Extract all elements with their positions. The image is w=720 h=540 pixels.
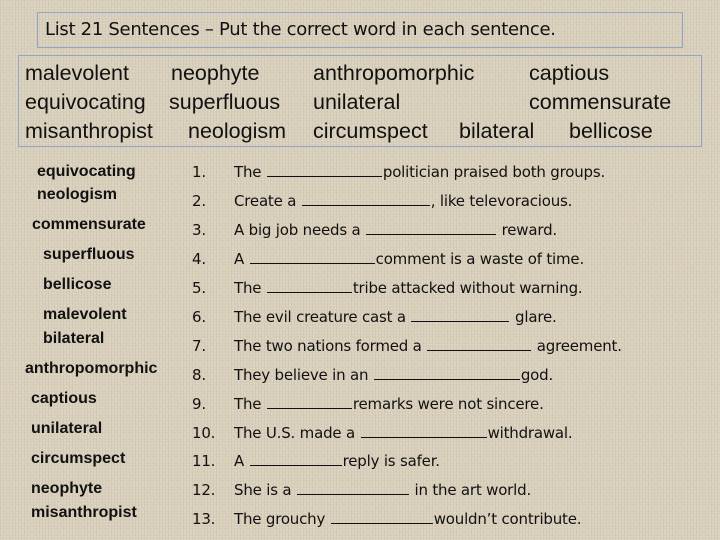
- sentence-text: The grouchy: [234, 510, 330, 528]
- sentence-number: 1.: [192, 163, 206, 181]
- answer-word: circumspect: [31, 450, 126, 467]
- answer-blank[interactable]: [330, 509, 433, 524]
- answer-blank[interactable]: [249, 249, 375, 264]
- sentence-text: The: [234, 395, 266, 413]
- bank-word: misanthropist: [25, 119, 153, 143]
- answer-blank[interactable]: [296, 480, 409, 495]
- answer-word: captious: [31, 390, 97, 407]
- sentence-number: 5.: [192, 279, 206, 297]
- sentence: A reply is safer.: [234, 451, 440, 471]
- page-title: List 21 Sentences – Put the correct word…: [45, 19, 556, 40]
- sentence-number: 13.: [192, 510, 216, 528]
- sentence-text: withdrawal.: [487, 424, 573, 442]
- title-box: List 21 Sentences – Put the correct word…: [37, 12, 683, 48]
- bank-word: commensurate: [529, 90, 672, 114]
- bank-word: unilateral: [313, 90, 401, 114]
- bank-word: superfluous: [169, 90, 281, 114]
- answer-word: unilateral: [31, 420, 103, 437]
- answer-blank[interactable]: [366, 220, 497, 235]
- sentence: They believe in an god.: [234, 365, 553, 385]
- sentence: She is a in the art world.: [234, 480, 531, 500]
- answer-blank[interactable]: [249, 451, 342, 466]
- answer-word: neophyte: [31, 480, 103, 497]
- bank-word: neophyte: [171, 61, 260, 85]
- answer-word: commensurate: [32, 216, 146, 233]
- sentence-number: 10.: [192, 424, 216, 442]
- sentence-text: The evil creature cast a: [234, 308, 411, 326]
- sentence-text: She is a: [234, 481, 296, 499]
- answer-blank[interactable]: [360, 423, 487, 438]
- bank-word: malevolent: [25, 61, 129, 85]
- sentence-number: 12.: [192, 481, 216, 499]
- sentence-text: A: [234, 250, 249, 268]
- answer-word: bellicose: [43, 276, 112, 293]
- sentence-number: 3.: [192, 221, 206, 239]
- sentence-text: tribe attacked without warning.: [352, 279, 583, 297]
- sentence-number: 2.: [192, 192, 206, 210]
- sentence: The two nations formed a agreement.: [234, 336, 622, 356]
- sentence-text: reward.: [497, 221, 558, 239]
- sentence-text: , like televoracious.: [430, 192, 573, 210]
- bank-word: bilateral: [459, 119, 535, 143]
- sentence-text: glare.: [510, 308, 557, 326]
- sentence: Create a , like televoracious.: [234, 191, 572, 211]
- sentence-text: They believe in an: [234, 366, 373, 384]
- answer-blank[interactable]: [266, 394, 352, 409]
- answer-word: malevolent: [43, 306, 127, 323]
- sentence-number: 9.: [192, 395, 206, 413]
- word-bank: malevolent neophyte anthropomorphic capt…: [18, 55, 702, 147]
- sentence-number: 11.: [192, 452, 216, 470]
- sentence-text: in the art world.: [409, 481, 532, 499]
- sentence-text: Create a: [234, 192, 301, 210]
- bank-word: captious: [529, 61, 610, 85]
- sentence-text: wouldn’t contribute.: [433, 510, 582, 528]
- answer-word: misanthropist: [31, 504, 137, 521]
- sentence-text: reply is safer.: [342, 452, 440, 470]
- answer-blank[interactable]: [411, 307, 510, 322]
- sentence-text: The U.S. made a: [234, 424, 360, 442]
- sentence: The evil creature cast a glare.: [234, 307, 557, 327]
- sentence: The tribe attacked without warning.: [234, 278, 583, 298]
- answer-word: bilateral: [43, 330, 105, 347]
- sentence: A comment is a waste of time.: [234, 249, 584, 269]
- answer-word: equivocating: [37, 163, 136, 180]
- answer-word: superfluous: [43, 246, 135, 263]
- sentence: The grouchy wouldn’t contribute.: [234, 509, 582, 529]
- sentence-text: A: [234, 452, 249, 470]
- bank-word: bellicose: [569, 119, 653, 143]
- sentence-text: comment is a waste of time.: [375, 250, 585, 268]
- sentence: A big job needs a reward.: [234, 220, 557, 240]
- answer-blank[interactable]: [373, 365, 520, 380]
- bank-word: circumspect: [313, 119, 428, 143]
- sentence-number: 6.: [192, 308, 206, 326]
- sentence: The U.S. made a withdrawal.: [234, 423, 573, 443]
- sentence: The politician praised both groups.: [234, 162, 605, 182]
- sentence-text: The: [234, 163, 266, 181]
- answer-blank[interactable]: [266, 278, 352, 293]
- sentence-text: god.: [520, 366, 554, 384]
- sentence-text: A big job needs a: [234, 221, 366, 239]
- sentence-text: The two nations formed a: [234, 337, 427, 355]
- answer-blank[interactable]: [427, 336, 532, 351]
- sentence-text: agreement.: [532, 337, 622, 355]
- sentence-text: politician praised both groups.: [382, 163, 606, 181]
- sentence-text: The: [234, 279, 266, 297]
- sentence: The remarks were not sincere.: [234, 394, 544, 414]
- bank-word: neologism: [188, 119, 286, 143]
- answer-word: neologism: [37, 186, 118, 203]
- bank-word: equivocating: [25, 90, 146, 114]
- answer-blank[interactable]: [301, 191, 430, 206]
- answer-blank[interactable]: [266, 162, 382, 177]
- bank-word: anthropomorphic: [313, 61, 475, 85]
- sentence-text: remarks were not sincere.: [352, 395, 544, 413]
- sentence-number: 7.: [192, 337, 206, 355]
- answer-word: anthropomorphic: [25, 360, 158, 377]
- sentence-number: 8.: [192, 366, 206, 384]
- sentence-number: 4.: [192, 250, 206, 268]
